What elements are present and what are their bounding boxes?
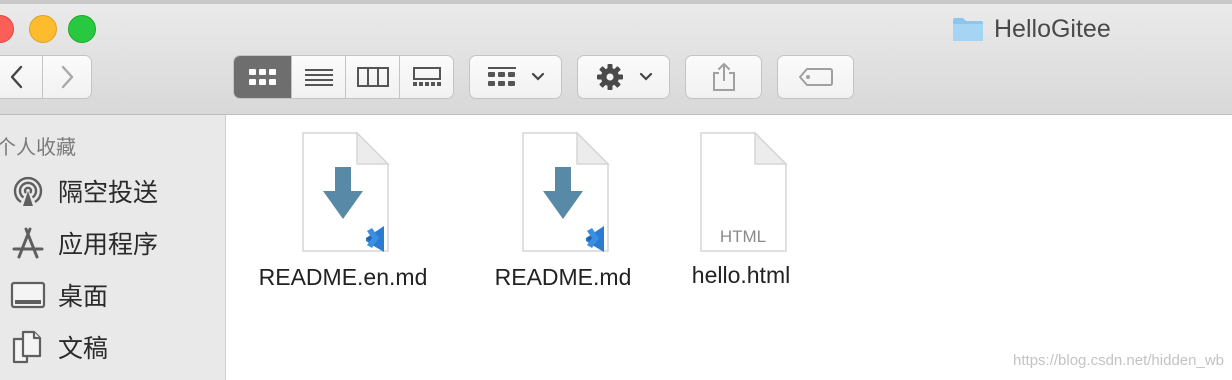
applications-icon [8,225,48,261]
html-file-icon: HTML [700,131,788,252]
back-forward-control [0,55,92,99]
zoom-window-button[interactable] [68,15,96,43]
chevron-down-icon [531,72,544,81]
gear-icon [596,64,623,90]
window-title: HelloGitee [952,13,1111,45]
sidebar-item-airdrop[interactable]: 隔空投送 [8,173,158,209]
sidebar-heading: 个人收藏 [0,137,76,159]
chevron-right-icon [61,65,73,89]
share-icon [712,63,735,91]
close-window-button[interactable] [0,15,14,43]
gallery-view-icon [412,67,441,86]
desktop-icon [8,277,48,313]
chevron-down-icon [639,72,652,81]
file-readme[interactable]: README.md [478,130,648,291]
sidebar: 个人收藏 隔空投送 应用程序 桌面 文稿 [0,115,226,380]
window-toolbar: HelloGitee [0,0,1232,115]
documents-icon [8,329,48,365]
forward-button[interactable] [43,56,92,98]
file-readme-en[interactable]: README.en.md [253,130,433,291]
sidebar-item-label: 应用程序 [58,231,159,259]
column-view-button[interactable] [346,56,400,98]
view-mode-control [233,55,454,99]
gallery-view-button[interactable] [400,56,453,98]
file-hello-html[interactable]: HTML hello.html [681,130,801,289]
list-view-button[interactable] [292,56,346,98]
html-badge: HTML [720,227,766,246]
minimize-window-button[interactable] [29,15,57,43]
file-name: README.md [494,264,632,290]
group-by-icon [487,67,516,86]
action-menu-button[interactable] [577,55,670,99]
share-button[interactable] [685,55,762,99]
watermark: https://blog.csdn.net/hidden_wb [1013,352,1224,369]
file-name: hello.html [691,262,791,288]
chevron-left-icon [11,65,23,89]
tag-icon [798,68,833,86]
tags-button[interactable] [777,55,854,99]
folder-icon [953,18,983,41]
column-view-icon [356,67,389,87]
file-name: README.en.md [258,264,428,290]
group-by-menu-button[interactable] [469,55,562,99]
back-button[interactable] [0,56,43,98]
icon-view-button[interactable] [234,56,292,98]
sidebar-item-desktop[interactable]: 桌面 [8,277,108,313]
icon-view-icon [248,69,276,85]
markdown-vscode-icon [522,131,610,252]
sidebar-item-label: 桌面 [58,283,109,311]
markdown-vscode-icon [302,131,390,252]
window-title-text: HelloGitee [994,14,1111,43]
airdrop-icon [8,173,48,209]
sidebar-item-applications[interactable]: 应用程序 [8,225,158,261]
sidebar-item-label: 隔空投送 [58,179,159,207]
list-view-icon [304,69,333,86]
sidebar-item-documents[interactable]: 文稿 [8,329,108,365]
sidebar-item-label: 文稿 [58,335,109,363]
